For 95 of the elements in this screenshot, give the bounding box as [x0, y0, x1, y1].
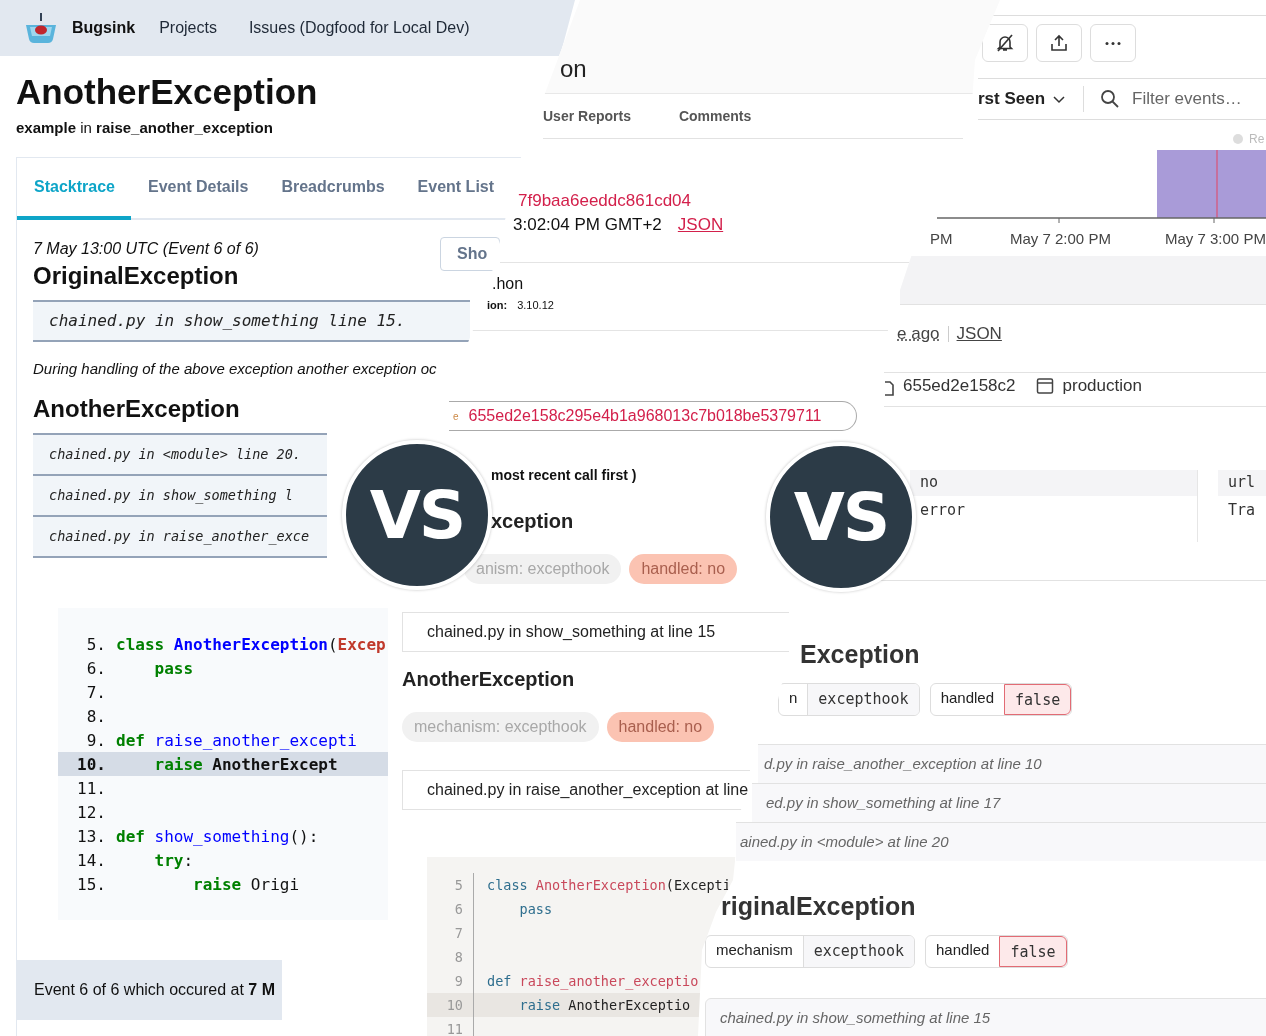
- event-id: 7f9baa6eeddc861cd04: [518, 191, 691, 211]
- tag-value: url: [1218, 470, 1266, 496]
- axis-label: May 7 2:00 PM: [1010, 230, 1112, 247]
- code-text: pass: [518, 901, 553, 917]
- code-text: pass: [153, 658, 194, 678]
- legend-label: Re: [1249, 132, 1265, 146]
- line-number: 5.: [85, 634, 107, 654]
- legend-dot: [1233, 134, 1243, 144]
- issue-title: AnotherException: [16, 72, 318, 112]
- line-number: 7.: [85, 682, 107, 702]
- line-number: 10: [427, 993, 474, 1017]
- tag-value: Tra: [1227, 500, 1257, 521]
- version-label: ion:: [487, 299, 508, 311]
- stack-frame[interactable]: chained.py in raise_another_exception at line: [402, 770, 751, 810]
- exception-name: AnotherException: [33, 395, 240, 423]
- upload-icon: [1049, 33, 1069, 53]
- line-number: 15.: [76, 874, 107, 894]
- issue-title: on: [560, 55, 587, 83]
- line-number: 5: [427, 873, 474, 897]
- badge-text: 655ed2e158c2: [903, 376, 1016, 396]
- line-number: 14.: [76, 850, 107, 870]
- tag-pill: handled false: [929, 683, 1073, 716]
- line-number: 12.: [76, 802, 107, 822]
- stack-frame[interactable]: chained.py in show_something l: [33, 474, 327, 515]
- code-text: raise Origi: [192, 874, 300, 894]
- nav-link[interactable]: Projects: [159, 19, 217, 37]
- badge-text: production: [1062, 376, 1142, 396]
- json-link[interactable]: JSON: [956, 324, 1002, 344]
- json-link[interactable]: JSON: [677, 215, 724, 235]
- code-text: def raise_another_exceptio: [487, 973, 699, 989]
- version-value: 3.10.12: [517, 299, 554, 311]
- search-field[interactable]: Filter events…: [1100, 88, 1266, 110]
- stack-frame[interactable]: chained.py in show_something at line 15: [402, 612, 789, 652]
- exception-name: AnotherException: [402, 668, 576, 692]
- exception-name: riginalException: [721, 892, 917, 921]
- stack-frame[interactable]: ained.py in <module> at line 20: [736, 822, 1266, 861]
- tab[interactable]: Breadcrumbs: [264, 158, 401, 220]
- brand-name[interactable]: Bugsink: [72, 19, 136, 37]
- stack-frame[interactable]: d.py in raise_another_exception at line 10: [758, 744, 1266, 783]
- chain-message: During handling of the above exception another exception oc: [33, 360, 438, 377]
- sink-icon: [24, 11, 58, 45]
- tag-value: no: [910, 470, 1197, 496]
- share-button[interactable]: [1036, 24, 1082, 62]
- event-age: e ago: [897, 324, 940, 344]
- search-icon: [1100, 89, 1121, 109]
- tab[interactable]: Event List: [400, 158, 511, 220]
- axis-label: May 7 3:00 PM: [1165, 230, 1266, 247]
- code-text: raise AnotherExcept: [153, 754, 338, 774]
- exception-name: Exception: [799, 640, 921, 669]
- runtime-name: .hon: [492, 275, 524, 293]
- mechanism-tag: mechanism: excepthook: [402, 712, 599, 742]
- line-number: 13.: [76, 826, 107, 846]
- stack-frame[interactable]: ed.py in show_something at line 17: [752, 783, 1266, 822]
- exception-name: OriginalException: [33, 262, 239, 290]
- event-timestamp: 3:02:04 PM GMT+2: [513, 215, 662, 235]
- tag-value: error: [919, 500, 967, 521]
- mechanism-tag: anism: excepthook: [464, 554, 622, 584]
- tab[interactable]: Event Details: [130, 158, 265, 220]
- code-text: def show_something():: [116, 826, 319, 846]
- line-number: 7: [427, 921, 474, 945]
- sort-dropdown[interactable]: rst Seen: [978, 89, 1068, 109]
- nav-link[interactable]: Issues (Dogfood for Local Dev): [248, 19, 470, 37]
- stack-frame[interactable]: chained.py in show_something at line 15: [705, 998, 1266, 1036]
- code-text: raise AnotherExceptio: [518, 997, 691, 1013]
- show-button[interactable]: Sho: [440, 237, 500, 271]
- line-number: 6: [427, 897, 474, 921]
- tag-pill: mechanism excepthook: [705, 935, 915, 968]
- line-number: 11.: [76, 778, 107, 798]
- tab[interactable]: User Reports: [543, 108, 631, 124]
- issue-subtitle: example in raise_another_exception: [16, 119, 273, 136]
- handled-tag: handled: no: [606, 712, 715, 742]
- line-number: 6.: [85, 658, 107, 678]
- mute-button[interactable]: [982, 24, 1028, 62]
- ellipsis-icon: [1105, 41, 1121, 45]
- code-text: def raise_another_excepti: [116, 730, 357, 750]
- stack-frame[interactable]: chained.py in raise_another_exce: [33, 515, 327, 558]
- axis-label: PM: [930, 230, 954, 247]
- stack-frame[interactable]: chained.py in <module> line 20.: [33, 433, 327, 474]
- tab[interactable]: Comments: [678, 108, 752, 124]
- line-number: 8: [427, 945, 474, 969]
- code-text: class AnotherException(Excep: [116, 634, 386, 654]
- line-number: 10.: [76, 754, 107, 774]
- code-text: class AnotherException(Excepti: [487, 877, 731, 893]
- line-number: 9.: [85, 730, 107, 750]
- code-text: try:: [153, 850, 194, 870]
- line-number: 11: [427, 1017, 474, 1036]
- window-icon: [1035, 377, 1054, 395]
- tag-pill: handled false: [925, 935, 1068, 968]
- line-number: 8.: [85, 706, 107, 726]
- handled-tag: handled: no: [629, 554, 738, 584]
- bell-off-icon: [995, 33, 1015, 53]
- stack-frame[interactable]: chained.py in show_something line 15.: [33, 300, 470, 342]
- order-note: most recent call first ): [491, 467, 637, 483]
- footer-text: Event 6 of 6 which occured at 7 M: [34, 981, 275, 999]
- tag-pill: n excepthook: [778, 683, 920, 716]
